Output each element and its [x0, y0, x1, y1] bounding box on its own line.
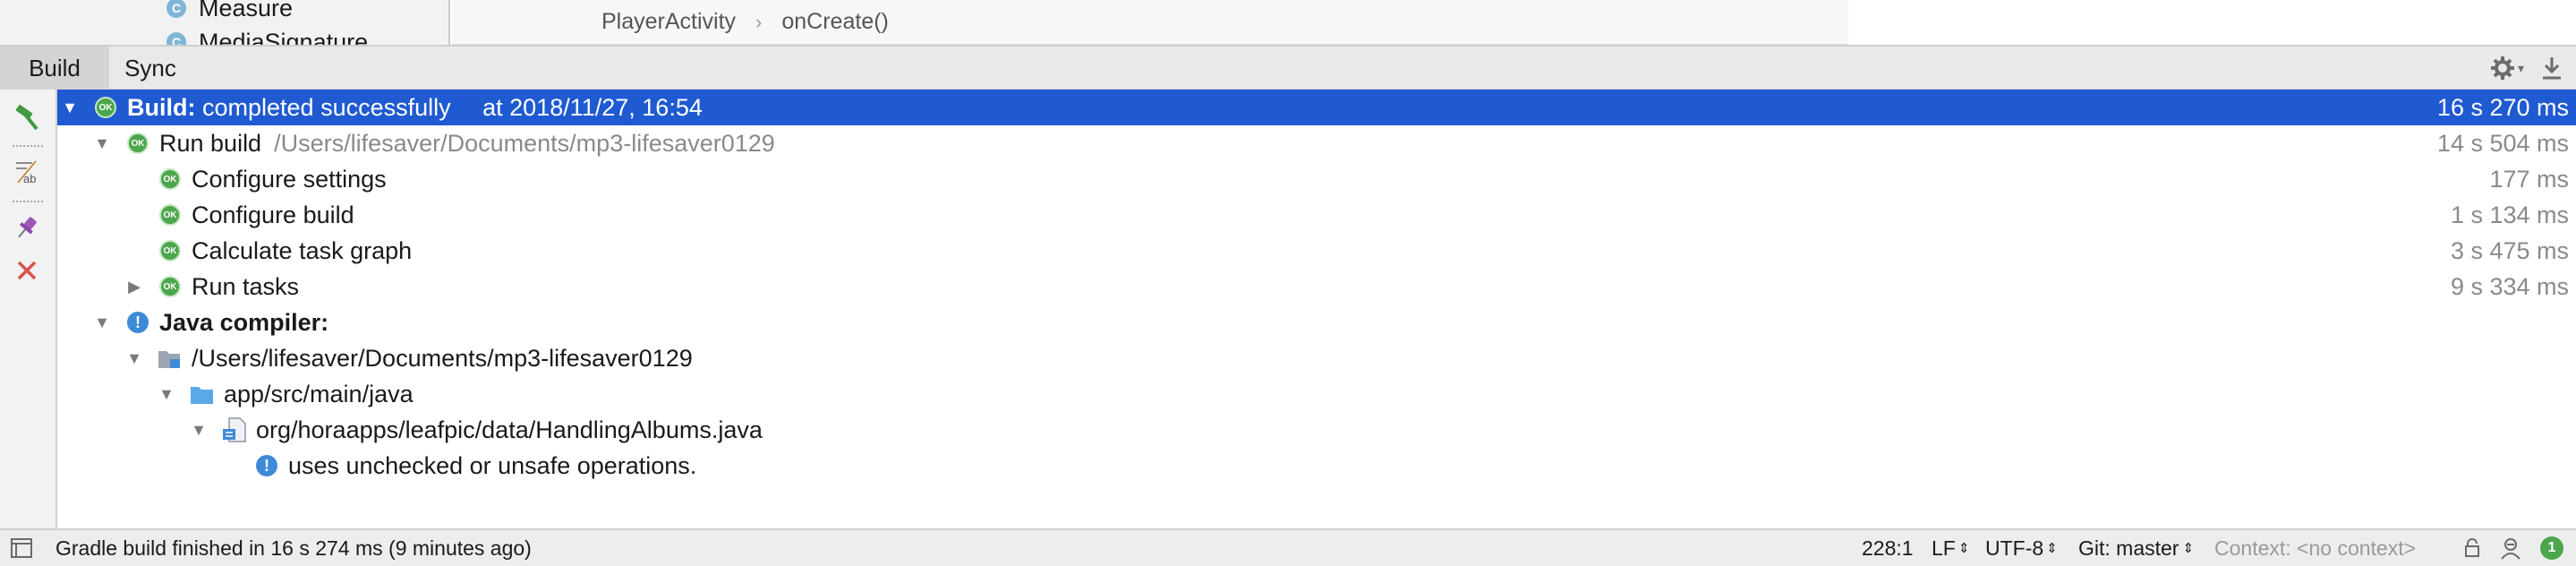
breadcrumb-separator-icon: › [755, 10, 763, 33]
source-dir-label: app/src/main/java [224, 380, 414, 407]
encoding-select[interactable]: UTF-8 ⇕ [1985, 530, 2058, 566]
task-row[interactable]: OK Configure build 1 s 134 ms [57, 197, 2576, 233]
ok-icon: OK [127, 133, 149, 154]
build-left-toolbar: ab [0, 90, 57, 528]
close-icon[interactable] [9, 253, 45, 288]
lock-icon[interactable] [2463, 530, 2481, 566]
gear-icon[interactable]: ▾ [2489, 47, 2524, 90]
class-icon: C [166, 0, 186, 18]
chevron-down-icon[interactable]: ▼ [125, 349, 143, 367]
build-tool-window-header: Build Sync ▾ [0, 45, 2576, 90]
chevron-right-icon[interactable]: ▶ [125, 278, 143, 296]
project-tree-item-label: MediaSignature [199, 28, 369, 46]
task-duration: 3 s 475 ms [2450, 236, 2569, 264]
pin-icon[interactable] [9, 210, 45, 245]
chevron-down-icon[interactable]: ▼ [158, 385, 175, 403]
ok-icon: OK [159, 204, 181, 226]
chevron-down-icon[interactable]: ▼ [61, 99, 79, 116]
inspector-icon[interactable] [2499, 530, 2522, 566]
editor-top-fragment: C Measure C MediaSignature PlayerActivit… [0, 0, 2576, 45]
breadcrumb-item-method[interactable]: onCreate() [781, 9, 889, 35]
tool-windows-toggle-icon[interactable] [11, 530, 32, 566]
ok-icon: OK [159, 276, 181, 297]
chevron-down-icon[interactable]: ▼ [93, 313, 111, 331]
run-build-label: Run build [159, 129, 262, 157]
build-root-row[interactable]: ▼ OK Build: completed successfully at 20… [57, 90, 2576, 125]
compiler-message-label: uses unchecked or unsafe operations. [288, 451, 697, 479]
build-root-duration: 16 s 270 ms [2436, 93, 2569, 121]
project-tree-item-label: Measure [199, 0, 294, 21]
build-root-timestamp: at 2018/11/27, 16:54 [482, 93, 703, 121]
toolbar-separator [13, 145, 43, 147]
compiler-message-row[interactable]: ! uses unchecked or unsafe operations. [57, 448, 2576, 484]
line-separator-value: LF [1932, 536, 1956, 560]
chevron-down-icon[interactable]: ▼ [93, 134, 111, 152]
ok-icon: OK [95, 97, 116, 118]
java-file-icon [222, 417, 246, 442]
tab-build[interactable]: Build [0, 47, 109, 90]
info-icon: ! [256, 455, 277, 476]
ok-icon: OK [159, 240, 181, 262]
line-separator-select[interactable]: LF ⇕ [1932, 530, 1969, 566]
notifications-badge[interactable]: 1 [2540, 530, 2563, 566]
hammer-icon[interactable] [9, 100, 45, 136]
java-compiler-row[interactable]: ▼ ! Java compiler: [57, 304, 2576, 340]
project-tree-item[interactable]: C Measure [166, 0, 293, 21]
build-root-label: Build: completed successfully at 2018/11… [127, 94, 703, 122]
task-label: Run tasks [192, 272, 300, 300]
download-icon[interactable] [2540, 47, 2563, 90]
ok-icon: OK [159, 168, 181, 190]
status-message[interactable]: Gradle build finished in 16 s 274 ms (9 … [55, 530, 532, 566]
project-path-row[interactable]: ▼ /Users/lifesaver/Documents/mp3-lifesav… [57, 340, 2576, 376]
vcs-branch-select[interactable]: Git: master ⇕ [2078, 530, 2194, 566]
task-duration: 177 ms [2489, 165, 2569, 193]
breadcrumb: PlayerActivity › onCreate() [452, 0, 1848, 45]
vcs-branch-value: Git: master [2078, 536, 2179, 560]
project-path-label: /Users/lifesaver/Documents/mp3-lifesaver… [192, 344, 693, 372]
chevron-updown-icon: ⇕ [2182, 541, 2195, 556]
project-folder-icon [158, 347, 180, 369]
breadcrumb-item-class[interactable]: PlayerActivity [601, 9, 736, 35]
notifications-count: 1 [2540, 536, 2563, 560]
java-file-row[interactable]: ▼ org/horaapps/leafpic/data/HandlingAlbu… [57, 412, 2576, 448]
project-tree-fragment: C Measure C MediaSignature [0, 0, 450, 45]
info-icon: ! [127, 312, 149, 333]
source-dir-row[interactable]: ▼ app/src/main/java [57, 376, 2576, 412]
caret-position[interactable]: 228:1 [1862, 530, 1914, 566]
task-duration: 1 s 134 ms [2450, 201, 2569, 228]
java-file-label: org/horaapps/leafpic/data/HandlingAlbums… [256, 416, 763, 443]
task-row[interactable]: OK Calculate task graph 3 s 475 ms [57, 233, 2576, 269]
chevron-down-icon: ▾ [2517, 60, 2524, 75]
build-output-tree: ▼ OK Build: completed successfully at 20… [57, 90, 2576, 528]
task-label: Configure build [192, 201, 354, 228]
class-icon: C [166, 32, 186, 45]
tab-sync[interactable]: Sync [109, 47, 192, 90]
task-label: Configure settings [192, 165, 387, 193]
project-tree-item[interactable]: C MediaSignature [166, 29, 368, 45]
task-row[interactable]: ▶ OK Run tasks 9 s 334 ms [57, 269, 2576, 304]
run-build-duration: 14 s 504 ms [2436, 129, 2569, 157]
java-compiler-label: Java compiler: [159, 308, 329, 336]
task-row[interactable]: OK Configure settings 177 ms [57, 161, 2576, 197]
run-build-row[interactable]: ▼ OK Run build/Users/lifesaver/Documents… [57, 125, 2576, 161]
chevron-down-icon[interactable]: ▼ [190, 421, 208, 439]
build-root-status: completed successfully [202, 93, 451, 121]
task-duration: 9 s 334 ms [2450, 272, 2569, 300]
chevron-updown-icon: ⇕ [1958, 541, 1970, 556]
run-build-path: /Users/lifesaver/Documents/mp3-lifesaver… [274, 129, 775, 157]
folder-icon [190, 383, 213, 405]
context-indicator[interactable]: Context: <no context> [2214, 530, 2416, 566]
status-bar: Gradle build finished in 16 s 274 ms (9 … [0, 528, 2576, 566]
chevron-updown-icon: ⇕ [2046, 541, 2058, 556]
run-build-label-group: Run build/Users/lifesaver/Documents/mp3-… [159, 130, 775, 158]
encoding-value: UTF-8 [1985, 536, 2044, 560]
text-format-icon[interactable]: ab [9, 154, 45, 190]
toolbar-separator [13, 201, 43, 202]
build-root-title: Build: [127, 93, 196, 121]
task-label: Calculate task graph [192, 236, 413, 264]
